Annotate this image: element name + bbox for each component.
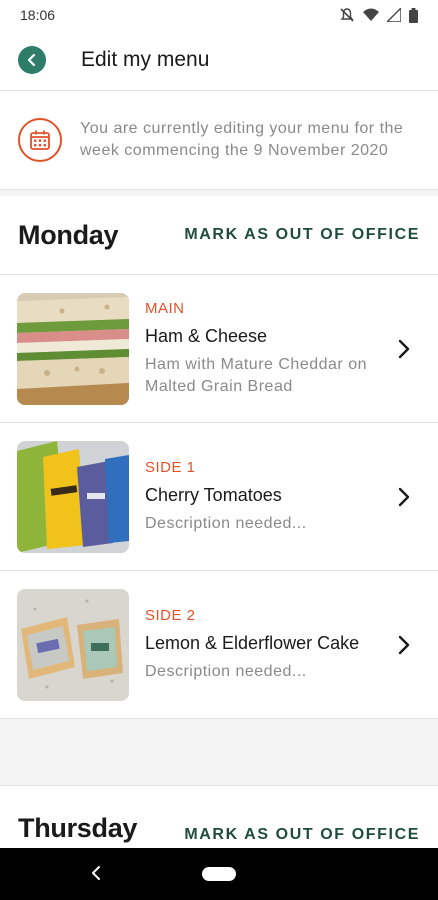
chevron-right-icon — [384, 635, 424, 655]
battery-icon — [409, 7, 418, 23]
chevron-right-icon — [384, 339, 424, 359]
nav-home-pill[interactable] — [202, 867, 236, 881]
back-button[interactable] — [18, 46, 46, 74]
day-header-monday: Monday MARK AS OUT OF OFFICE — [0, 196, 438, 274]
status-time: 18:06 — [20, 7, 56, 23]
day-separator — [0, 718, 438, 786]
menu-item[interactable]: MAIN Ham & Cheese Ham with Mature Chedda… — [0, 274, 438, 422]
chevron-right-icon — [384, 487, 424, 507]
item-name: Lemon & Elderflower Cake — [145, 632, 360, 653]
day-title: Thursday — [18, 813, 138, 843]
notice-text: You are currently editing your menu for … — [80, 120, 404, 159]
status-icons — [339, 7, 418, 23]
cake-slices-photo — [17, 588, 129, 701]
status-bar: 18:06 — [0, 0, 438, 30]
crisp-packets-photo — [17, 440, 129, 553]
menu-item-body: SIDE 2 Lemon & Elderflower Cake Descript… — [145, 607, 384, 683]
menu-item-body: SIDE 1 Cherry Tomatoes Description neede… — [145, 459, 384, 535]
menu-item[interactable]: SIDE 2 Lemon & Elderflower Cake Descript… — [0, 570, 438, 718]
item-description: Ham with Mature Cheddar on Malted Grain … — [145, 355, 367, 395]
wifi-icon — [363, 8, 379, 21]
mark-out-of-office-button[interactable]: MARK AS OUT OF OFFICE — [184, 826, 420, 844]
menu-item-body: MAIN Ham & Cheese Ham with Mature Chedda… — [145, 300, 384, 398]
sandwich-photo — [17, 292, 129, 405]
calendar-icon — [18, 118, 62, 162]
mute-icon — [340, 8, 354, 22]
week-notice: You are currently editing your menu for … — [0, 90, 438, 190]
app-bar: Edit my menu — [0, 30, 438, 90]
item-category: MAIN — [145, 299, 185, 317]
nav-back-icon[interactable] — [90, 864, 102, 882]
item-category: SIDE 1 — [145, 458, 196, 476]
day-header-thursday: Thursday MARK AS OUT OF OFFICE — [0, 786, 438, 848]
item-description: Description needed... — [145, 514, 307, 532]
item-name: Ham & Cheese — [145, 325, 268, 346]
item-name: Cherry Tomatoes — [145, 484, 282, 505]
day-title: Monday — [18, 219, 119, 250]
item-description: Description needed... — [145, 662, 307, 680]
mark-out-of-office-button[interactable]: MARK AS OUT OF OFFICE — [184, 226, 420, 244]
menu-item[interactable]: SIDE 1 Cherry Tomatoes Description neede… — [0, 422, 438, 570]
item-category: SIDE 2 — [145, 606, 196, 624]
system-nav-bar — [0, 848, 438, 900]
signal-icon — [387, 8, 401, 22]
back-arrow-icon — [27, 53, 36, 67]
page-title: Edit my menu — [81, 48, 210, 71]
